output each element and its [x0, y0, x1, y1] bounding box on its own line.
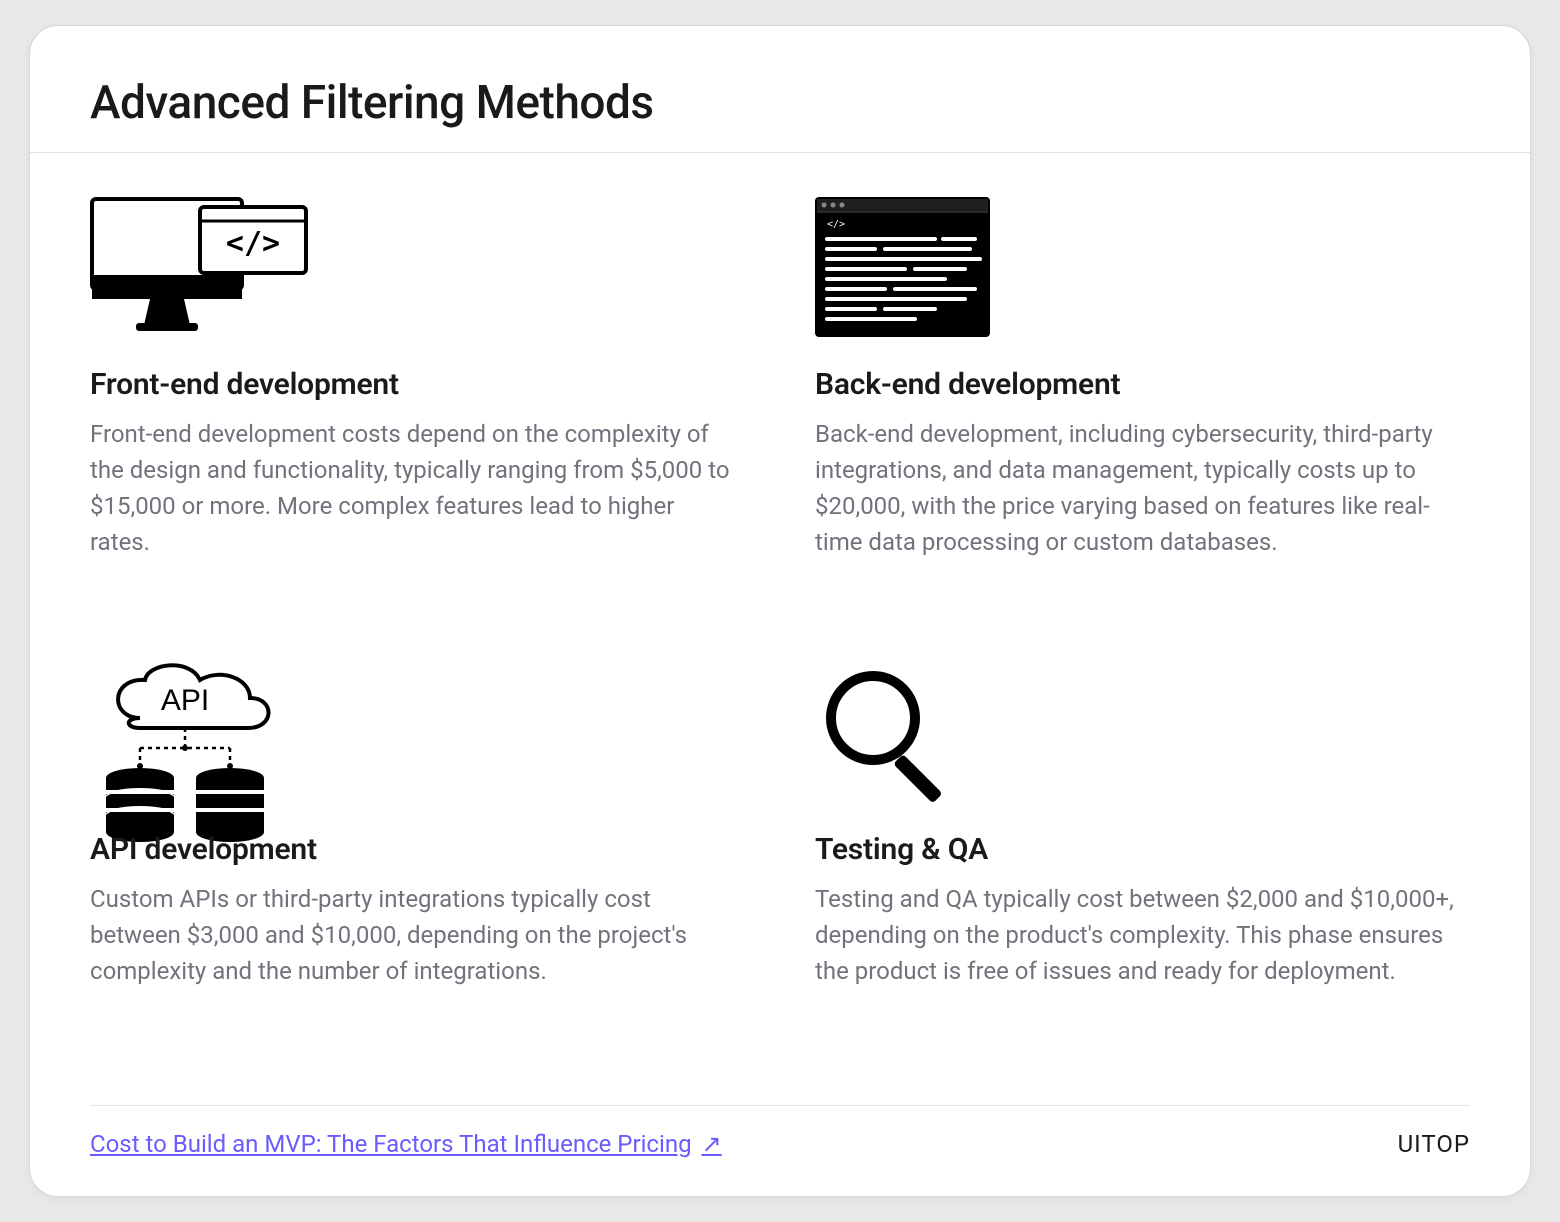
- content-grid: </> Front-end development Front-end deve…: [90, 153, 1470, 1105]
- item-body: Front-end development costs depend on th…: [90, 416, 730, 560]
- item-heading: API development: [90, 832, 745, 867]
- svg-text:API: API: [161, 684, 209, 717]
- backend-dev-icon: </>: [815, 197, 1470, 367]
- item-heading: Back-end development: [815, 367, 1470, 402]
- svg-text:</>: </>: [226, 226, 280, 261]
- frontend-dev-icon: </>: [90, 197, 745, 367]
- item-body: Back-end development, including cybersec…: [815, 416, 1455, 560]
- svg-text:</>: </>: [827, 219, 845, 230]
- item-heading: Front-end development: [90, 367, 745, 402]
- source-link[interactable]: Cost to Build an MVP: The Factors That I…: [90, 1130, 722, 1158]
- footer: Cost to Build an MVP: The Factors That I…: [90, 1105, 1470, 1158]
- item-body: Testing and QA typically cost between $2…: [815, 881, 1455, 989]
- info-card: Advanced Filtering Methods </> Front-end…: [30, 26, 1530, 1196]
- source-link-text: Cost to Build an MVP: The Factors That I…: [90, 1130, 692, 1158]
- external-link-icon: ↗: [702, 1130, 722, 1158]
- magnifying-glass-icon: [815, 662, 1470, 832]
- brand-label: UITOP: [1398, 1130, 1470, 1158]
- item-testing: Testing & QA Testing and QA typically co…: [815, 662, 1470, 1087]
- item-frontend: </> Front-end development Front-end deve…: [90, 197, 745, 622]
- item-backend: </> Back-end development Back-end: [815, 197, 1470, 622]
- item-heading: Testing & QA: [815, 832, 1470, 867]
- api-dev-icon: API: [90, 662, 745, 832]
- page-title: Advanced Filtering Methods: [90, 76, 1470, 152]
- item-body: Custom APIs or third-party integrations …: [90, 881, 730, 989]
- item-api: API: [90, 662, 745, 1087]
